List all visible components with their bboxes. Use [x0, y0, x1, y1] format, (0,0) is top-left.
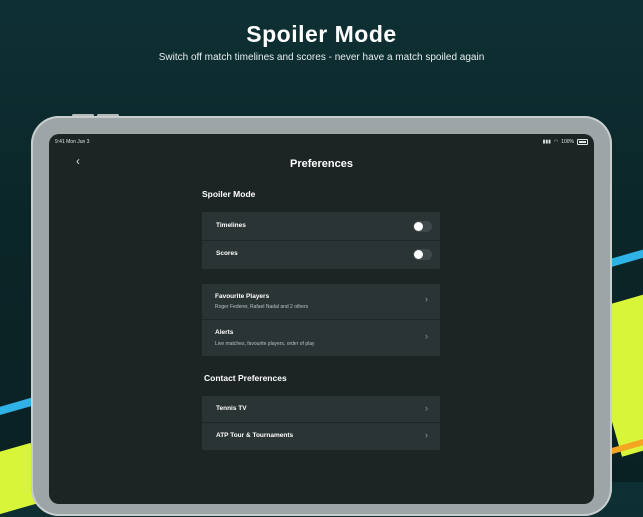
spoiler-section-title: Spoiler Mode: [202, 189, 256, 199]
battery-icon: [577, 139, 588, 145]
alerts-label: Alerts: [215, 329, 234, 336]
contact-section-title: Contact Preferences: [204, 373, 287, 383]
status-indicators: ▮▮▮ ◠ 100%: [543, 139, 588, 145]
wifi-icon: ◠: [553, 139, 559, 145]
contact-card: Tennis TV › ATP Tour & Tournaments ›: [202, 396, 440, 450]
alerts-row[interactable]: Alerts Live matches, favourite players, …: [202, 320, 440, 356]
timelines-toggle[interactable]: [413, 221, 432, 232]
signal-icon: ▮▮▮: [542, 139, 551, 145]
scores-row: Scores: [202, 241, 440, 269]
chevron-right-icon: ›: [425, 294, 428, 304]
chevron-right-icon: ›: [425, 403, 428, 413]
atp-tour-label: ATP Tour & Tournaments: [216, 432, 294, 439]
timelines-label: Timelines: [216, 222, 246, 229]
banner-headline: Spoiler Mode: [246, 21, 397, 47]
status-time: 9:41 Mon Jun 3: [55, 139, 90, 145]
links-card: Favourite Players Roger Federer, Rafael …: [202, 284, 440, 356]
chevron-right-icon: ›: [425, 331, 428, 341]
scores-label: Scores: [216, 250, 238, 257]
tennis-tv-row[interactable]: Tennis TV ›: [202, 396, 440, 422]
tennis-tv-label: Tennis TV: [216, 405, 247, 412]
app-screen: 9:41 Mon Jun 3 ▮▮▮ ◠ 100% ‹ Preferences …: [49, 134, 594, 504]
timelines-row: Timelines: [202, 212, 440, 240]
favourite-players-row[interactable]: Favourite Players Roger Federer, Rafael …: [202, 284, 440, 319]
chevron-right-icon: ›: [425, 430, 428, 440]
battery-percent: 100%: [561, 139, 574, 145]
scores-toggle[interactable]: [413, 249, 432, 260]
page-title: Preferences: [290, 158, 353, 170]
ipad-frame: 9:41 Mon Jun 3 ▮▮▮ ◠ 100% ‹ Preferences …: [31, 116, 612, 516]
spoiler-toggles-card: Timelines Scores: [202, 212, 440, 269]
favourite-players-sub: Roger Federer, Rafael Nadal and 2 others: [215, 304, 309, 310]
banner-subheadline: Switch off match timelines and scores - …: [158, 52, 485, 63]
favourite-players-label: Favourite Players: [215, 293, 270, 300]
atp-tour-row[interactable]: ATP Tour & Tournaments ›: [202, 423, 440, 450]
alerts-sub: Live matches, favourite players, order o…: [215, 341, 315, 347]
